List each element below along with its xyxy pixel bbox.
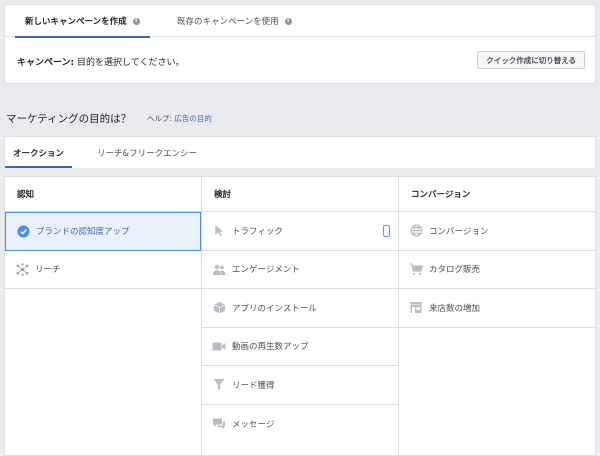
mobile-icon <box>383 224 390 237</box>
objective-label: アプリのインストール <box>232 303 317 314</box>
info-icon: i <box>132 17 140 25</box>
campaign-tabs: 新しいキャンペーンを作成 i 既存のキャンペーンを使用 i <box>5 5 595 38</box>
chat-icon <box>212 417 226 431</box>
objective-catalog-sales[interactable]: カタログ販売 <box>399 251 595 289</box>
objective-lead-generation[interactable]: リード獲得 <box>202 366 398 405</box>
objective-app-installs[interactable]: アプリのインストール <box>202 289 398 328</box>
objective-label: リード獲得 <box>232 380 275 391</box>
objective-label: カタログ販売 <box>429 265 481 276</box>
objective-tabs: オークション リーチ&フリークエンシー <box>4 136 596 168</box>
tab-auction[interactable]: オークション <box>4 137 73 168</box>
objective-label: ブランドの認知度アップ <box>36 227 130 238</box>
tab-existing-campaign-label: 既存のキャンペーンを使用 <box>177 17 279 27</box>
info-icon: i <box>284 17 292 25</box>
objective-grid: 認知 ブランドの認知度アップ リーチ 検討 トラフィック エンゲージメント アプ… <box>4 176 596 456</box>
objective-label: エンゲージメント <box>232 265 300 276</box>
objective-brand-awareness[interactable]: ブランドの認知度アップ <box>5 212 201 251</box>
tab-existing-campaign[interactable]: 既存のキャンペーンを使用 i <box>177 5 292 37</box>
campaign-text: 目的を選択してください。 <box>74 58 185 68</box>
column-header: コンバージョン <box>399 177 595 212</box>
objective-label: リーチ <box>35 265 61 276</box>
objective-engagement[interactable]: エンゲージメント <box>202 251 398 289</box>
objective-label: 来店数の増加 <box>429 303 481 314</box>
funnel-icon <box>212 378 226 392</box>
check-circle-icon <box>16 224 30 238</box>
tab-reach-frequency[interactable]: リーチ&フリークエンシー <box>97 137 197 168</box>
objective-label: コンバージョン <box>429 226 489 237</box>
help-link[interactable]: 広告の目的 <box>174 114 212 123</box>
tab-new-campaign-label: 新しいキャンペーンを作成 <box>25 17 127 27</box>
tab-new-campaign[interactable]: 新しいキャンペーンを作成 i <box>15 5 150 38</box>
campaign-prompt: キャンペーン: 目的を選択してください。 <box>17 55 184 68</box>
objective-heading: マーケティングの目的は？ <box>6 113 132 125</box>
help-prefix: ヘルプ: <box>147 114 175 123</box>
column-header: 検討 <box>202 177 398 212</box>
box-icon <box>212 301 226 315</box>
campaign-prefix: キャンペーン: <box>17 58 75 68</box>
help-line: ヘルプ: 広告の目的 <box>147 113 212 124</box>
objective-traffic[interactable]: トラフィック <box>202 212 398 251</box>
objective-conversions[interactable]: コンバージョン <box>399 212 595 251</box>
objective-label: メッセージ <box>232 419 275 430</box>
column-awareness: 認知 ブランドの認知度アップ リーチ <box>5 177 202 455</box>
campaign-card: 新しいキャンペーンを作成 i 既存のキャンペーンを使用 i キャンペーン: 目的… <box>4 4 596 84</box>
objective-messages[interactable]: メッセージ <box>202 405 398 444</box>
reach-icon <box>15 262 29 276</box>
column-conversion: コンバージョン コンバージョン カタログ販売 来店数の増加 <box>399 177 595 455</box>
cursor-icon <box>212 224 226 238</box>
objective-label: トラフィック <box>232 226 283 237</box>
video-icon <box>212 339 226 353</box>
people-icon <box>212 262 226 276</box>
cart-icon <box>409 262 423 276</box>
objective-label: 動画の再生数アップ <box>232 342 309 353</box>
globe-icon <box>409 224 423 238</box>
column-consideration: 検討 トラフィック エンゲージメント アプリのインストール 動画の再生数アップ <box>202 177 399 455</box>
store-icon <box>409 301 423 315</box>
objective-store-visits[interactable]: 来店数の増加 <box>399 289 595 328</box>
column-header: 認知 <box>5 177 201 212</box>
quick-create-button[interactable]: クイック作成に切り替える <box>477 51 585 69</box>
objective-reach[interactable]: リーチ <box>5 251 201 289</box>
objective-video-views[interactable]: 動画の再生数アップ <box>202 328 398 366</box>
